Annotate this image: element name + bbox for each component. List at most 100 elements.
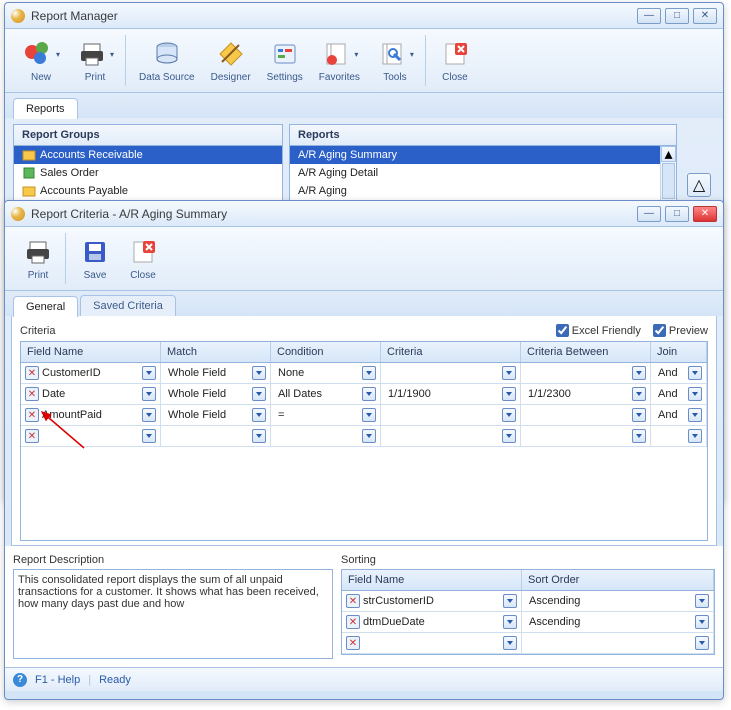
dropdown-icon[interactable] — [502, 366, 516, 380]
remove-sort-button[interactable]: ✕ — [346, 594, 360, 608]
close-button[interactable]: Close — [120, 233, 166, 284]
criteria-cell[interactable]: 1/1/1900 — [385, 388, 502, 400]
group-sales-order[interactable]: Sales Order — [14, 164, 282, 182]
criteria-row: ✕Date Whole Field All Dates 1/1/1900 1/1/230… — [21, 384, 707, 405]
condition-cell[interactable]: None — [275, 367, 362, 379]
remove-row-button[interactable]: ✕ — [25, 429, 39, 443]
col-join: Join — [651, 342, 707, 362]
dropdown-icon[interactable] — [695, 636, 709, 650]
join-cell[interactable]: And — [655, 409, 688, 421]
favorites-icon — [320, 38, 352, 70]
sort-order-cell[interactable]: Ascending — [526, 616, 695, 628]
join-cell[interactable]: And — [655, 388, 688, 400]
field-cell[interactable]: AmountPaid — [39, 409, 142, 421]
settings-button[interactable]: Settings — [260, 35, 310, 86]
field-cell[interactable]: Date — [39, 388, 142, 400]
dropdown-icon[interactable] — [503, 594, 517, 608]
report-ar-aging[interactable]: A/R Aging — [290, 182, 660, 200]
bottom-panel: Report Description This consolidated rep… — [5, 546, 723, 667]
join-cell[interactable]: And — [655, 367, 688, 379]
dropdown-icon[interactable] — [688, 408, 702, 422]
dropdown-icon[interactable] — [502, 429, 516, 443]
dropdown-icon[interactable] — [252, 408, 266, 422]
group-accounts-receivable[interactable]: Accounts Receivable — [14, 146, 282, 164]
sort-field-cell[interactable]: dtmDueDate — [360, 616, 503, 628]
dropdown-icon[interactable] — [142, 366, 156, 380]
dropdown-icon[interactable] — [688, 429, 702, 443]
remove-sort-button[interactable]: ✕ — [346, 615, 360, 629]
help-icon[interactable]: ? — [13, 673, 27, 687]
new-button[interactable]: ▾ New — [15, 35, 67, 86]
report-ar-aging-summary[interactable]: A/R Aging Summary — [290, 146, 660, 164]
dropdown-icon[interactable] — [252, 387, 266, 401]
group-accounts-payable[interactable]: Accounts Payable — [14, 182, 282, 200]
reports-scrollbar[interactable]: ▴ — [660, 146, 676, 200]
print-button[interactable]: ▾ Print — [69, 35, 121, 86]
dropdown-icon[interactable] — [688, 366, 702, 380]
close-window-button[interactable]: ✕ — [693, 206, 717, 222]
col-condition: Condition — [271, 342, 381, 362]
minimize-button[interactable]: — — [637, 206, 661, 222]
dropdown-icon[interactable] — [503, 636, 517, 650]
dropdown-icon[interactable] — [362, 408, 376, 422]
data-source-button[interactable]: Data Source — [132, 35, 202, 86]
dropdown-icon[interactable] — [695, 594, 709, 608]
dropdown-icon[interactable] — [362, 366, 376, 380]
col-field: Field Name — [21, 342, 161, 362]
tab-saved-criteria[interactable]: Saved Criteria — [80, 295, 176, 316]
grid-body: ✕CustomerIDWhole FieldNoneAnd✕DateWhole … — [21, 363, 707, 447]
dropdown-icon[interactable] — [632, 408, 646, 422]
condition-cell[interactable]: = — [275, 409, 362, 421]
match-cell[interactable]: Whole Field — [165, 367, 252, 379]
preview-checkbox[interactable]: Preview — [653, 324, 708, 337]
report-ar-aging-detail[interactable]: A/R Aging Detail — [290, 164, 660, 182]
tab-reports[interactable]: Reports — [13, 98, 78, 119]
maximize-button[interactable]: □ — [665, 8, 689, 24]
designer-icon — [215, 38, 247, 70]
sort-field-cell[interactable]: strCustomerID — [360, 595, 503, 607]
remove-row-button[interactable]: ✕ — [25, 387, 39, 401]
match-cell[interactable]: Whole Field — [165, 409, 252, 421]
close-button[interactable]: Close — [432, 35, 478, 86]
dropdown-icon[interactable] — [502, 387, 516, 401]
dropdown-icon[interactable] — [142, 387, 156, 401]
scroll-thumb[interactable] — [662, 163, 675, 199]
scroll-up-icon[interactable]: ▴ — [661, 146, 676, 162]
up-button[interactable]: △ — [687, 173, 711, 197]
tabstrip: General Saved Criteria — [5, 291, 723, 316]
close-window-button[interactable]: ✕ — [693, 8, 717, 24]
print-button[interactable]: Print — [15, 233, 61, 284]
dropdown-icon[interactable] — [362, 387, 376, 401]
dropdown-icon[interactable] — [142, 408, 156, 422]
remove-sort-button[interactable]: ✕ — [346, 636, 360, 650]
remove-row-button[interactable]: ✕ — [25, 408, 39, 422]
excel-friendly-checkbox[interactable]: Excel Friendly — [556, 324, 641, 337]
match-cell[interactable]: Whole Field — [165, 388, 252, 400]
dropdown-icon[interactable] — [502, 408, 516, 422]
dropdown-icon[interactable] — [688, 387, 702, 401]
remove-row-button[interactable]: ✕ — [25, 366, 39, 380]
between-cell[interactable]: 1/1/2300 — [525, 388, 632, 400]
printer-icon — [76, 38, 108, 70]
tools-button[interactable]: ▾ Tools — [369, 35, 421, 86]
dropdown-icon[interactable] — [252, 429, 266, 443]
printer-icon — [22, 236, 54, 268]
dropdown-icon[interactable] — [503, 615, 517, 629]
save-button[interactable]: Save — [72, 233, 118, 284]
favorites-button[interactable]: ▾ Favorites — [312, 35, 367, 86]
dropdown-icon[interactable] — [632, 366, 646, 380]
dropdown-icon[interactable] — [632, 387, 646, 401]
dropdown-icon[interactable] — [362, 429, 376, 443]
sort-order-cell[interactable]: Ascending — [526, 595, 695, 607]
maximize-button[interactable]: □ — [665, 206, 689, 222]
dropdown-icon[interactable] — [695, 615, 709, 629]
designer-button[interactable]: Designer — [204, 35, 258, 86]
condition-cell[interactable]: All Dates — [275, 388, 362, 400]
dropdown-icon[interactable] — [252, 366, 266, 380]
tab-general[interactable]: General — [13, 296, 78, 317]
field-cell[interactable]: CustomerID — [39, 367, 142, 379]
minimize-button[interactable]: — — [637, 8, 661, 24]
dropdown-icon[interactable] — [142, 429, 156, 443]
criteria-label: Criteria — [20, 325, 55, 337]
dropdown-icon[interactable] — [632, 429, 646, 443]
